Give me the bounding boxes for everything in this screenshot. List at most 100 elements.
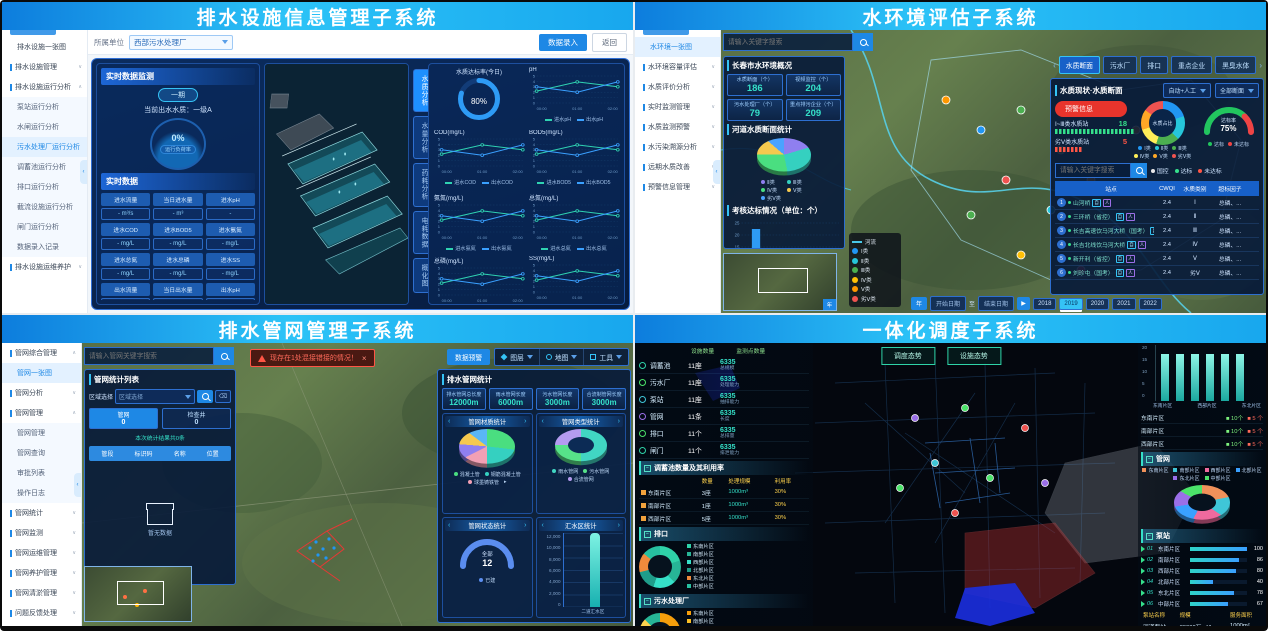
filter-option[interactable]: 达标 — [1175, 166, 1193, 175]
table-row[interactable]: 5新开利（省控）自人2.4Ⅴ总磷、... — [1055, 252, 1259, 266]
year-chip-2021[interactable]: 2021 — [1112, 298, 1135, 310]
data-warning-button[interactable]: 数据预警 — [447, 349, 490, 365]
plant-3d-view[interactable] — [264, 63, 409, 305]
sidebar-collapse-icon[interactable]: ‹ — [74, 473, 81, 497]
sidebar-item[interactable]: 调蓄池运行分析 — [2, 157, 87, 177]
arrow-left-icon[interactable]: ‹ — [542, 522, 544, 529]
arrow-right-icon[interactable]: › — [618, 522, 620, 529]
toolbar-图层[interactable]: 图层 — [495, 349, 540, 365]
view-tab-调度态势[interactable]: 调度态势 — [881, 347, 935, 365]
tab-排口[interactable]: 排口 — [1140, 56, 1168, 74]
arrow-right-icon[interactable]: › — [618, 418, 620, 425]
sidebar-item[interactable]: 水环境一张图 — [635, 37, 720, 57]
sidebar-item[interactable]: 排水设施一张图 — [2, 37, 87, 57]
unit-toggle[interactable]: 年 — [911, 297, 927, 310]
arrow-left-icon[interactable]: ‹ — [542, 418, 544, 425]
sidebar-item[interactable]: 排水设施运行分析∧ — [2, 77, 87, 97]
toolbar-工具[interactable]: 工具 — [584, 349, 628, 365]
phase-button[interactable]: 一期 — [158, 88, 198, 102]
data-entry-button[interactable]: 数据录入 — [539, 34, 587, 51]
district-row[interactable]: 东南片区■ 10个■ 5 个 — [1141, 411, 1263, 424]
sidebar-item[interactable]: 泵站运行分析 — [2, 97, 87, 117]
sidebar-item[interactable]: 操作日志 — [2, 483, 81, 503]
sidebar-item[interactable]: 审批列表 — [2, 463, 81, 483]
tab-水质断面[interactable]: 水质断面 — [1059, 56, 1100, 74]
sidebar-item[interactable]: 管网清淤管理∨ — [2, 583, 81, 603]
arrow-right-icon[interactable]: › — [1259, 61, 1262, 70]
pump-bar-row[interactable]: 04北部片区40 — [1141, 576, 1263, 587]
sidebar-item[interactable]: 管网管理 — [2, 423, 81, 443]
facility-row[interactable]: 管网11条6335长度 — [639, 408, 809, 425]
year-chip-2020[interactable]: 2020 — [1086, 298, 1109, 310]
year-chip-2018[interactable]: 2018 — [1033, 298, 1056, 310]
bl-map[interactable]: 管网统计列表 区域选择 区域选择 ⌫ 管网0检查井0 本次统计结果共0条 管段标… — [82, 343, 633, 626]
region-clear-button[interactable]: ⌫ — [215, 390, 231, 403]
expand-icon[interactable]: − — [1146, 533, 1153, 540]
sidebar-item[interactable]: 管网一张图 — [2, 363, 81, 383]
year-chip-2019[interactable]: 2019 — [1059, 298, 1082, 310]
section-select[interactable]: 全部断面 — [1215, 83, 1259, 98]
facility-row[interactable]: 调蓄池11座6335总规模 — [639, 357, 809, 374]
view-tab-设施态势[interactable]: 设施态势 — [947, 347, 1001, 365]
alert-button[interactable]: 预警信息 — [1055, 101, 1127, 117]
sidebar-item[interactable]: 水闸运行分析 — [2, 117, 87, 137]
search-button[interactable] — [853, 33, 873, 51]
table-row[interactable]: 河道泵站30000万m³/h1000m² — [1141, 620, 1263, 626]
sidebar-item[interactable]: 管网分析∨ — [2, 383, 81, 403]
expand-icon[interactable]: − — [644, 598, 651, 605]
arrow-right-icon[interactable]: › — [524, 418, 526, 425]
tab-水量分析[interactable]: 水量分析 — [413, 116, 428, 159]
tab-概化图[interactable]: 概化图 — [413, 258, 428, 293]
search-button[interactable] — [1131, 163, 1147, 178]
back-button[interactable]: 返回 — [592, 33, 627, 52]
table-row[interactable]: 1山河桥自人2.4Ⅰ总磷、... — [1055, 196, 1259, 210]
district-row[interactable]: 南部片区■ 10个■ 5 个 — [1141, 424, 1263, 437]
facility-row[interactable]: 泵站11座6335抽排能力 — [639, 391, 809, 408]
tab-水质分析[interactable]: 水质分析 — [413, 69, 428, 112]
pump-bar-row[interactable]: 01东南片区100 — [1141, 543, 1263, 554]
sidebar-item[interactable]: 管网监测∨ — [2, 523, 81, 543]
sidebar-item[interactable]: 排水设施运维养护∨ — [2, 257, 87, 277]
search-button[interactable] — [214, 347, 234, 365]
station-search-input[interactable] — [1055, 163, 1131, 178]
start-date-input[interactable]: 开始日期 — [930, 296, 966, 311]
sidebar-item[interactable]: 管网查询 — [2, 443, 81, 463]
table-row[interactable]: 西部片区5座1000m³30% — [639, 512, 809, 525]
end-date-input[interactable]: 结束日期 — [978, 296, 1014, 311]
br-map[interactable]: 调度态势设施态势 设施数量监测点数量 调蓄池11座6335总规模污水厂11座63… — [635, 343, 1266, 626]
table-row[interactable]: 3长吉高速饮马河大桥（国考）自人2.4Ⅲ总磷、... — [1055, 224, 1259, 238]
arrow-right-icon[interactable]: › — [524, 522, 526, 529]
table-row[interactable]: 2三环桥（省控）自人2.4Ⅱ总磷、... — [1055, 210, 1259, 224]
mode-select[interactable]: 自动+人工 — [1163, 83, 1211, 98]
sidebar-item[interactable]: 水质评价分析∨ — [635, 77, 720, 97]
pump-bar-row[interactable]: 03西部片区80 — [1141, 565, 1263, 576]
legend-more-icon[interactable]: ▸ — [504, 479, 507, 486]
search-input[interactable] — [723, 33, 853, 51]
sidebar-item[interactable]: 远期水质改善∨ — [635, 157, 720, 177]
tr-minimap[interactable]: 年 — [723, 253, 837, 311]
sidebar-item[interactable]: 排口运行分析 — [2, 177, 87, 197]
table-row[interactable]: 6刘珍屯（国考）自人2.4劣Ⅴ总磷、... — [1055, 266, 1259, 280]
sidebar-item[interactable]: 管网运维管理∨ — [2, 543, 81, 563]
filter-option[interactable]: 未达标 — [1198, 166, 1221, 175]
sidebar-item[interactable]: 预警信息管理∨ — [635, 177, 720, 197]
year-chip-2022[interactable]: 2022 — [1139, 298, 1162, 310]
pump-bar-row[interactable]: 05东北片区78 — [1141, 587, 1263, 598]
filter-option[interactable]: 国控 — [1151, 166, 1169, 175]
close-icon[interactable]: × — [362, 354, 367, 363]
tab-电耗数据[interactable]: 电耗数据 — [413, 211, 428, 254]
region-search-button[interactable] — [197, 390, 213, 403]
minimap-toggle-button[interactable]: 年 — [823, 299, 836, 310]
facility-row[interactable]: 污水厂11座6335处理能力 — [639, 374, 809, 391]
tab-重点企业[interactable]: 重点企业 — [1171, 56, 1212, 74]
arrow-left-icon[interactable]: ‹ — [448, 418, 450, 425]
sidebar-item[interactable]: 数据录入记录 — [2, 237, 87, 257]
sidebar-item[interactable]: 水污染溯源分析∨ — [635, 137, 720, 157]
arrow-left-icon[interactable]: ‹ — [448, 522, 450, 529]
count-tab-检查井[interactable]: 检查井0 — [162, 408, 231, 429]
play-button[interactable]: ▶ — [1017, 297, 1030, 310]
sidebar-item[interactable]: 实时监测管理∨ — [635, 97, 720, 117]
facility-row[interactable]: 排口11个6335总排量 — [639, 425, 809, 442]
sidebar-collapse-icon[interactable]: ‹ — [713, 160, 720, 184]
sidebar-item[interactable]: 水质监测预警∨ — [635, 117, 720, 137]
